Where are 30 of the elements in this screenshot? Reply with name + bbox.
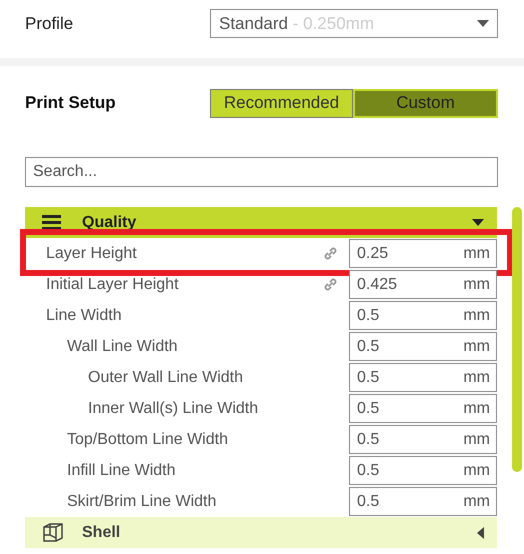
value-field[interactable]: 0.5 mm (349, 456, 497, 485)
collapse-arrow-icon (472, 219, 484, 226)
value-field[interactable]: 0.5 mm (349, 487, 497, 516)
scrollbar[interactable] (512, 207, 522, 472)
mode-tab[interactable]: Custom (353, 88, 498, 118)
dropdown-arrow-icon (477, 20, 489, 27)
value-field[interactable]: 0.25 mm (349, 239, 497, 268)
value-field[interactable]: 0.425 mm (349, 270, 497, 299)
setting-label: Skirt/Brim Line Width (67, 492, 216, 510)
setting-label: Inner Wall(s) Line Width (88, 400, 258, 418)
expand-arrow-icon (477, 526, 484, 538)
box-icon (42, 523, 64, 542)
value-field[interactable]: 0.5 mm (349, 394, 497, 423)
print-setup-label: Print Setup (25, 93, 116, 113)
setting-label: Line Width (46, 306, 122, 324)
value-field[interactable]: 0.5 mm (349, 301, 497, 330)
setting-label: Wall Line Width (67, 338, 178, 356)
section-header[interactable]: Shell (25, 517, 497, 550)
value-field[interactable]: 0.5 mm (349, 363, 497, 392)
profile-label: Profile (25, 14, 74, 34)
stacked-lines-icon (42, 214, 61, 230)
setting-label: Outer Wall Line Width (88, 368, 244, 386)
setting-label: Top/Bottom Line Width (67, 430, 228, 448)
setting-label: Layer Height (46, 244, 137, 262)
setting-label: Infill Line Width (67, 462, 176, 480)
value-field[interactable]: 0.5 mm (349, 425, 497, 454)
mode-tab[interactable]: Recommended (210, 88, 353, 118)
search-field[interactable]: Search... (25, 157, 498, 187)
setting-label: Initial Layer Height (46, 276, 179, 294)
value-field[interactable]: 0.5 mm (349, 332, 497, 361)
